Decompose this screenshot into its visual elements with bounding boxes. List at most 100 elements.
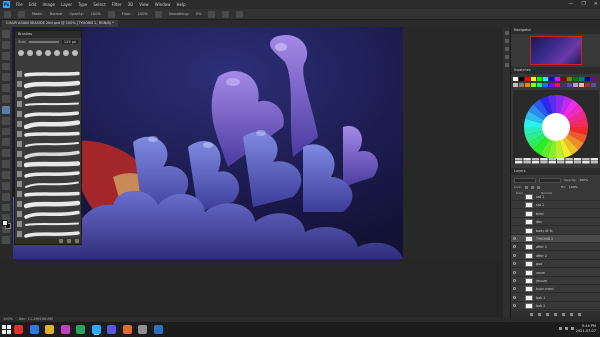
mode-select[interactable]: Normal (50, 12, 63, 16)
eyedropper-tool-icon[interactable] (2, 84, 10, 93)
layer-row[interactable]: body dt fx (511, 227, 600, 235)
color-swatch[interactable] (591, 82, 596, 87)
crop-tool-icon[interactable] (2, 73, 10, 82)
taskbar-app-icon[interactable] (45, 325, 54, 334)
color-swatch[interactable] (513, 77, 518, 81)
layer-row[interactable]: brkd (511, 210, 600, 218)
menu-filter[interactable]: Filter (112, 0, 122, 9)
brush-tip-icon[interactable] (63, 50, 69, 56)
menu-help[interactable]: Help (176, 0, 185, 9)
color-swatch[interactable] (573, 77, 578, 81)
color-swatch[interactable] (549, 82, 554, 87)
layer-row[interactable]: gua (511, 260, 600, 269)
zoom-tool-icon[interactable] (2, 236, 10, 244)
layer-visibility-eye-icon[interactable] (513, 195, 516, 198)
lock-all-icon[interactable] (536, 185, 540, 189)
symmetry-icon[interactable] (236, 10, 244, 18)
menu-image[interactable]: Image (42, 0, 55, 9)
opacity-field[interactable]: 100% (91, 12, 101, 16)
color-swatch[interactable] (525, 77, 530, 81)
taskbar-app-icon[interactable] (107, 325, 116, 334)
brush-tip-icon[interactable] (45, 50, 51, 56)
taskbar-app-icon[interactable] (76, 325, 85, 334)
layer-row[interactable]: sat 2 (511, 201, 600, 210)
color-swatch[interactable] (519, 82, 524, 87)
layer-visibility-eye-icon[interactable] (513, 279, 516, 282)
taskbar-app-icon[interactable] (122, 325, 132, 334)
menu-window[interactable]: Window (155, 0, 171, 9)
delete-layer-icon[interactable] (578, 312, 581, 316)
clock[interactable]: 9:44 PM 2021-07-07 (576, 324, 596, 334)
color-wheel-picker[interactable] (513, 90, 599, 164)
color-swatch[interactable] (555, 82, 560, 87)
layer-visibility-eye-icon[interactable] (513, 304, 516, 308)
paths-icon[interactable] (504, 63, 509, 67)
menu-type[interactable]: Type (78, 0, 87, 9)
layer-row[interactable]: after 1 (511, 243, 600, 252)
blend-mode-select[interactable]: Normal (539, 177, 561, 195)
link-layers-icon[interactable] (530, 312, 533, 316)
menu-view[interactable]: View (139, 0, 149, 9)
layer-row[interactable]: hunn meni (511, 285, 600, 294)
type-tool-icon[interactable] (2, 192, 10, 201)
lasso-tool-icon[interactable] (2, 51, 10, 60)
navigator-thumbnail[interactable] (530, 36, 582, 65)
foreground-color-swatch[interactable] (2, 220, 8, 226)
color-swatch[interactable] (561, 77, 566, 81)
smoothing-settings-icon[interactable] (208, 10, 216, 18)
layer-visibility-eye-icon[interactable] (513, 237, 516, 240)
brush-tip-icon[interactable] (18, 50, 24, 56)
lock-position-icon[interactable] (530, 185, 534, 189)
menu-3d[interactable]: 3D (128, 0, 134, 9)
color-swatch[interactable] (549, 77, 554, 81)
layer-row[interactable]: TYHOND 2 (511, 235, 600, 243)
color-swatch[interactable] (585, 82, 590, 87)
flow-field[interactable]: 100% (138, 12, 148, 16)
volume-icon[interactable] (565, 327, 568, 330)
layer-visibility-eye-icon[interactable] (513, 203, 516, 206)
close-button[interactable]: ✕ (594, 0, 598, 9)
clone-stamp-tool-icon[interactable] (2, 116, 10, 125)
layer-visibility-eye-icon[interactable] (513, 212, 516, 215)
network-icon[interactable] (559, 327, 562, 330)
layer-visibility-eye-icon[interactable] (513, 270, 516, 274)
layer-opacity-field[interactable]: 100% (579, 178, 588, 182)
brush-tip-icon[interactable] (72, 50, 78, 56)
taskbar-app-icon[interactable] (29, 325, 39, 334)
lock-pixels-icon[interactable] (524, 185, 528, 189)
color-swatch[interactable] (561, 82, 566, 87)
brush-tip-icon[interactable] (36, 50, 42, 56)
color-swatch[interactable] (537, 82, 542, 87)
channels-icon[interactable] (504, 55, 509, 59)
brush-tip-icon[interactable] (27, 50, 33, 56)
taskbar-app-icon[interactable] (60, 325, 70, 334)
smoothing-field[interactable]: 0% (196, 12, 202, 16)
marquee-tool-icon[interactable] (2, 40, 10, 49)
color-swatch[interactable] (525, 82, 530, 87)
color-swatch[interactable] (519, 77, 524, 81)
color-swatch[interactable] (579, 82, 584, 87)
menu-select[interactable]: Select (93, 0, 105, 9)
blur-tool-icon[interactable] (2, 160, 10, 168)
color-swatch[interactable] (591, 77, 596, 81)
airbrush-icon[interactable] (154, 10, 162, 18)
history-icon[interactable] (504, 31, 509, 35)
layer-style-icon[interactable] (538, 312, 541, 316)
taskbar-app-icon[interactable] (14, 325, 23, 334)
color-swatch[interactable] (585, 77, 590, 81)
language-icon[interactable] (571, 327, 574, 330)
gradient-tool-icon[interactable] (2, 149, 10, 158)
layer-row[interactable]: dbs (511, 218, 600, 227)
minimize-button[interactable]: — (568, 0, 573, 9)
color-swatch[interactable] (567, 82, 572, 87)
new-brush-icon[interactable] (67, 239, 71, 243)
taskbar-app-icon[interactable] (153, 325, 163, 334)
pressure-size-icon[interactable] (222, 10, 230, 18)
color-swatch[interactable] (543, 82, 548, 87)
layer-row[interactable]: sat 1 (511, 193, 600, 201)
brush-tool-icon[interactable] (2, 105, 10, 114)
pen-tool-icon[interactable] (2, 181, 10, 190)
brush-tip-icon[interactable] (54, 50, 60, 56)
maximize-button[interactable]: ❐ (581, 0, 585, 9)
color-swatch[interactable] (579, 77, 584, 81)
